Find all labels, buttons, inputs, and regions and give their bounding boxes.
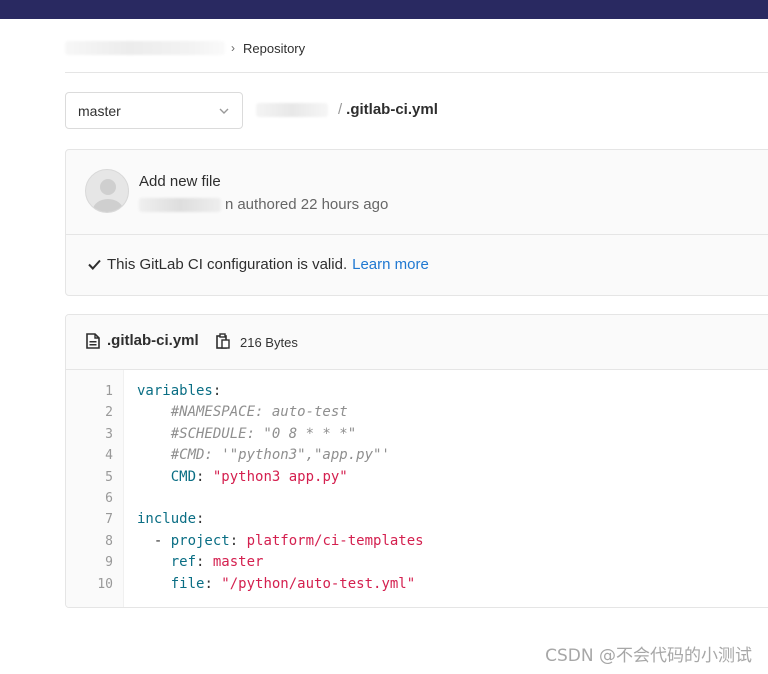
code-token: : (212, 383, 222, 399)
code-token: : (229, 532, 247, 549)
commit-authored-time: authored 22 hours ago (237, 196, 389, 213)
line-number[interactable]: 9 (73, 552, 113, 573)
line-number[interactable]: 10 (73, 574, 113, 595)
code-token: ref (170, 554, 197, 571)
watermark: CSDN @不会代码的小测试 (545, 646, 752, 666)
file-icon (86, 333, 100, 349)
breadcrumb-redacted-project[interactable] (65, 41, 225, 55)
code-line: include: (137, 509, 204, 530)
commit-title[interactable]: Add new file (139, 173, 221, 190)
file-viewer: .gitlab-ci.yml 216 Bytes 1 2 3 4 5 6 7 8 9 10 var… (65, 314, 768, 608)
code-token: #SCHEDULE: "0 8 * * *" (170, 425, 357, 442)
line-number-gutter: 1 2 3 4 5 6 7 8 9 10 (66, 370, 124, 607)
code-token: "/python/auto-test.yml" (221, 575, 416, 592)
file-path-redacted-dir[interactable] (256, 102, 328, 117)
path-separator: / (338, 101, 343, 118)
code-token: project (170, 532, 230, 549)
learn-more-link[interactable]: Learn more (352, 256, 429, 273)
code-line: file: "/python/auto-test.yml" (137, 574, 415, 595)
chevron-down-icon (218, 105, 230, 117)
code-line: #CMD: '"python3","app.py"' (137, 445, 390, 466)
file-path: / .gitlab-ci.yml (256, 101, 438, 118)
code-line: CMD: "python3 app.py" (137, 467, 348, 488)
file-size: 216 Bytes (240, 335, 298, 350)
code-token: #CMD: '"python3","app.py"' (170, 447, 390, 464)
code-token: file (170, 575, 205, 592)
code-line: #SCHEDULE: "0 8 * * *" (137, 424, 356, 445)
line-number[interactable]: 8 (73, 531, 113, 552)
line-number[interactable]: 3 (73, 424, 113, 445)
breadcrumb: › Repository (65, 38, 305, 58)
code-token: variables (137, 383, 213, 399)
code-token: master (212, 554, 264, 571)
code-token: CMD (170, 468, 197, 485)
code-token: - (137, 532, 171, 549)
commit-author-redacted[interactable] (139, 197, 221, 212)
line-number[interactable]: 7 (73, 509, 113, 530)
breadcrumb-separator: › (231, 41, 235, 55)
code-line: - project: platform/ci-templates (137, 531, 424, 552)
last-commit-panel: Add new file n authored 22 hours ago Thi… (65, 149, 768, 296)
file-header: .gitlab-ci.yml 216 Bytes (66, 315, 768, 370)
top-navbar (0, 0, 768, 19)
ci-status: This GitLab CI configuration is valid. L… (87, 256, 429, 273)
commit-info: Add new file n authored 22 hours ago (66, 150, 768, 235)
copy-icon[interactable] (216, 333, 230, 349)
code-line: variables: (137, 381, 221, 402)
code-token: #NAMESPACE: auto-test (170, 404, 348, 421)
code-token: platform/ci-templates (246, 532, 424, 549)
ci-status-message: This GitLab CI configuration is valid. (107, 256, 348, 273)
code-token: : (204, 575, 222, 592)
code-line: ref: master (137, 552, 264, 573)
check-icon (87, 258, 101, 272)
breadcrumb-current[interactable]: Repository (243, 41, 305, 56)
code-token: : (196, 511, 205, 528)
file-path-name: .gitlab-ci.yml (346, 101, 438, 118)
line-number[interactable]: 1 (73, 381, 113, 402)
line-number[interactable]: 2 (73, 402, 113, 423)
commit-author-suffix: n (225, 196, 234, 213)
code-line: #NAMESPACE: auto-test (137, 402, 348, 423)
code-token: include (137, 511, 197, 528)
commit-meta: n authored 22 hours ago (139, 196, 388, 213)
branch-selected-value: master (78, 102, 121, 119)
code-token: : (196, 554, 213, 571)
divider (65, 72, 768, 73)
avatar[interactable] (85, 169, 129, 213)
line-number[interactable]: 6 (73, 488, 113, 509)
line-number[interactable]: 4 (73, 445, 113, 466)
line-number[interactable]: 5 (73, 467, 113, 488)
file-name: .gitlab-ci.yml (107, 332, 199, 349)
code-token: : (196, 468, 213, 485)
code-token: "python3 app.py" (212, 468, 348, 485)
branch-dropdown[interactable]: master (65, 92, 243, 129)
